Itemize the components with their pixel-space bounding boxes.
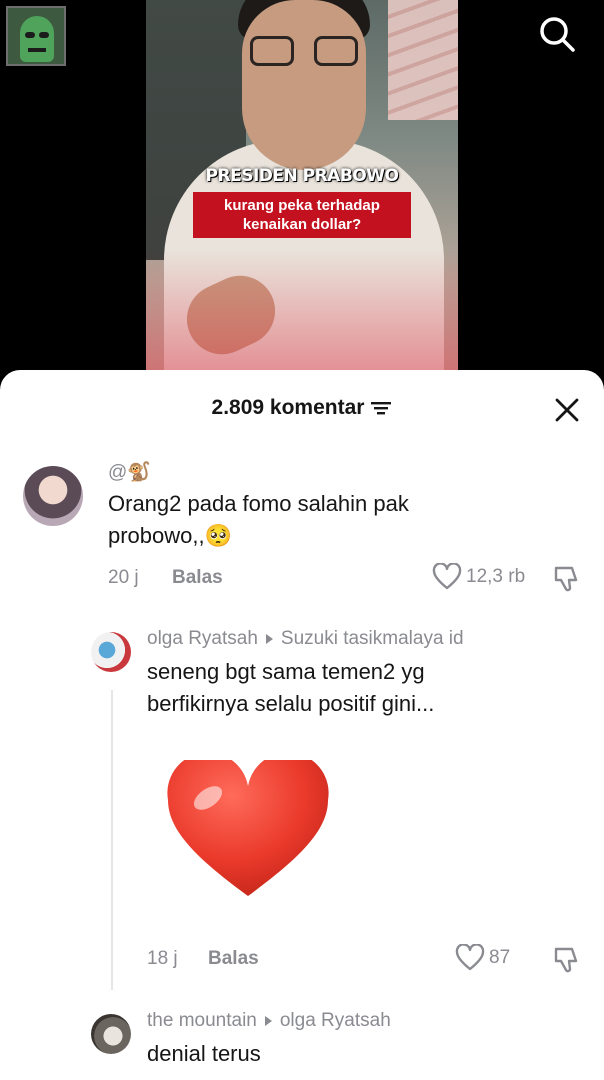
reply-comment-item: olga Ryatsah Suzuki tasikmalaya id seneng… <box>0 626 604 986</box>
video-frame: PRESIDEN PRABOWO kurang peka terhadap ke… <box>146 0 458 400</box>
reply-button[interactable]: Balas <box>208 948 259 970</box>
comment-count: 2.809 komentar <box>211 396 365 419</box>
reply-comment-item: the mountain olga Ryatsah denial terus <box>0 1008 604 1080</box>
caption-box-text: kurang peka terhadap kenaikan dollar? <box>224 197 380 233</box>
like-button[interactable]: 12,3 rb <box>432 563 525 591</box>
reply-author[interactable]: olga Ryatsah <box>147 628 258 649</box>
comment-text: Orang2 pada fomo salahin pak probowo,,🥺 <box>108 491 409 548</box>
reply-arrow-icon <box>264 1015 272 1026</box>
dislike-button[interactable] <box>552 945 582 980</box>
close-icon <box>555 398 579 422</box>
banknotes-image <box>388 0 458 120</box>
presenter-face <box>242 0 366 170</box>
comment-username[interactable]: @🐒 <box>108 460 151 484</box>
avatar[interactable] <box>23 466 83 526</box>
close-button[interactable] <box>553 396 581 424</box>
comments-sheet: 2.809 komentar @🐒 Orang2 pada fomo salah… <box>0 370 604 1080</box>
reply-author[interactable]: the mountain <box>147 1010 257 1031</box>
heart-outline-icon <box>432 563 462 590</box>
creator-avatar[interactable] <box>6 6 66 66</box>
like-count: 87 <box>489 947 511 968</box>
like-count: 12,3 rb <box>466 566 526 587</box>
presenter-glasses <box>250 36 358 66</box>
comment-text: denial terus <box>147 1041 261 1066</box>
red-heart-icon <box>167 752 329 896</box>
comment-time: 20 j <box>108 567 139 588</box>
caption-title: PRESIDEN PRABOWO <box>205 166 399 186</box>
comment-count-row: 2.809 komentar <box>0 396 604 420</box>
comment-username: the mountain olga Ryatsah <box>147 1010 391 1032</box>
dislike-button[interactable] <box>552 564 582 599</box>
comment-item: @🐒 Orang2 pada fomo salahin pak probowo,… <box>0 456 604 606</box>
comment-username: olga Ryatsah Suzuki tasikmalaya id <box>147 628 464 650</box>
video-player[interactable]: PRESIDEN PRABOWO kurang peka terhadap ke… <box>0 0 604 400</box>
caption-box: kurang peka terhadap kenaikan dollar? <box>193 192 411 238</box>
search-button[interactable] <box>537 14 577 54</box>
heart-outline-icon <box>455 944 485 971</box>
video-caption: PRESIDEN PRABOWO kurang peka terhadap ke… <box>146 166 458 238</box>
heart-sticker <box>166 752 330 905</box>
comment-time: 18 j <box>147 948 178 969</box>
comments-header: 2.809 komentar <box>0 370 604 446</box>
search-icon <box>540 17 575 52</box>
reply-arrow-icon <box>265 633 273 644</box>
filter-icon[interactable] <box>370 399 392 417</box>
reply-target[interactable]: olga Ryatsah <box>280 1010 391 1031</box>
avatar[interactable] <box>91 1014 131 1054</box>
reply-button[interactable]: Balas <box>172 567 223 589</box>
avatar[interactable] <box>91 632 131 672</box>
thumbs-down-icon <box>554 566 578 592</box>
comment-text: seneng bgt sama temen2 yg berfikirnya se… <box>147 659 435 716</box>
reply-target[interactable]: Suzuki tasikmalaya id <box>281 628 464 649</box>
thumbs-down-icon <box>554 947 578 973</box>
like-button[interactable]: 87 <box>455 944 510 972</box>
